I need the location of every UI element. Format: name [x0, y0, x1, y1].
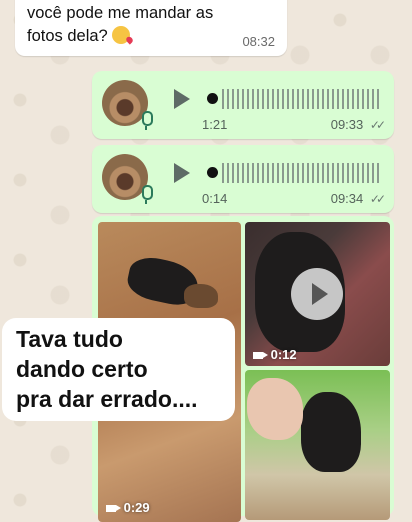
microphone-icon	[142, 185, 153, 204]
caption-line: pra dar errado....	[16, 386, 198, 412]
voice-message[interactable]: 0:14 09:34 ✓✓	[92, 145, 394, 213]
double-check-icon: ✓✓	[369, 192, 386, 206]
double-check-icon: ✓✓	[369, 118, 386, 132]
audio-waveform[interactable]	[222, 163, 382, 183]
playback-position-handle[interactable]	[207, 93, 218, 104]
voice-duration: 0:14	[202, 191, 228, 206]
voice-message[interactable]: 1:21 09:33 ✓✓	[92, 71, 394, 139]
dog-photo	[301, 392, 361, 472]
incoming-message[interactable]: você pode me mandar as fotos dela? 08:32	[15, 0, 287, 56]
message-time: 08:32	[242, 34, 275, 49]
photo-thumbnail[interactable]	[245, 370, 390, 520]
message-time: 09:33	[330, 117, 364, 132]
microphone-icon	[142, 111, 153, 130]
play-icon[interactable]	[174, 163, 190, 183]
caption-line: Tava tudo	[16, 326, 123, 352]
caption-line: dando certo	[16, 356, 148, 382]
playback-position-handle[interactable]	[207, 167, 218, 178]
play-icon[interactable]	[291, 268, 343, 320]
video-thumbnail[interactable]: 0:12	[245, 222, 390, 366]
video-duration: 0:29	[123, 500, 150, 515]
voice-duration: 1:21	[202, 117, 228, 132]
overlay-caption: Tava tudo dando certo pra dar errado....	[2, 318, 235, 421]
video-camera-icon	[253, 352, 268, 359]
hand-image	[247, 378, 303, 440]
video-camera-icon	[106, 505, 121, 512]
message-time: 09:34	[330, 191, 364, 206]
smiling-face-with-hearts-icon	[112, 26, 131, 44]
audio-waveform[interactable]	[222, 89, 382, 109]
video-duration: 0:12	[270, 347, 297, 362]
play-icon[interactable]	[174, 89, 190, 109]
